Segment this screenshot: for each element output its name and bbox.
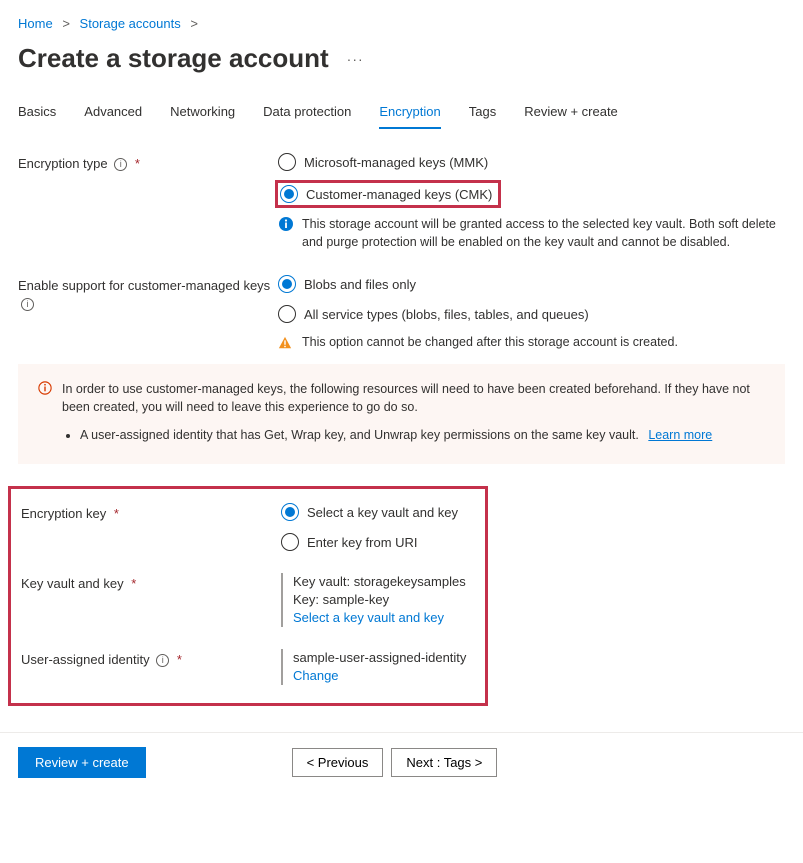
value-block: sample-user-assigned-identity Change bbox=[281, 649, 471, 685]
select-key-vault-link[interactable]: Select a key vault and key bbox=[293, 609, 471, 627]
row-enable-support: Enable support for customer-managed keys… bbox=[18, 275, 785, 350]
radio-label: Microsoft-managed keys (MMK) bbox=[304, 155, 488, 170]
radio-label: Enter key from URI bbox=[307, 535, 418, 550]
tab-basics[interactable]: Basics bbox=[18, 98, 56, 129]
breadcrumb-storage-accounts[interactable]: Storage accounts bbox=[80, 16, 181, 31]
learn-more-link[interactable]: Learn more bbox=[648, 428, 712, 442]
callout-text: In order to use customer-managed keys, t… bbox=[62, 380, 765, 416]
page-header: Create a storage account ··· bbox=[0, 37, 803, 92]
tab-tags[interactable]: Tags bbox=[469, 98, 496, 129]
tab-review-create[interactable]: Review + create bbox=[524, 98, 618, 129]
required-mark: * bbox=[177, 652, 182, 667]
next-button[interactable]: Next : Tags > bbox=[391, 748, 497, 777]
required-mark: * bbox=[135, 156, 140, 171]
radio-icon bbox=[280, 185, 298, 203]
controls-encryption-type: Microsoft-managed keys (MMK) Customer-ma… bbox=[278, 153, 785, 261]
info-icon[interactable]: i bbox=[21, 298, 34, 311]
chevron-right-icon: > bbox=[62, 16, 70, 31]
controls-enable-support: Blobs and files only All service types (… bbox=[278, 275, 785, 350]
radio-icon bbox=[278, 275, 296, 293]
info-icon[interactable]: i bbox=[114, 158, 127, 171]
warning-icon bbox=[278, 336, 292, 350]
breadcrumb-home[interactable]: Home bbox=[18, 16, 53, 31]
bullet-text: A user-assigned identity that has Get, W… bbox=[80, 428, 639, 442]
review-create-button[interactable]: Review + create bbox=[18, 747, 146, 778]
radio-label: All service types (blobs, files, tables,… bbox=[304, 307, 589, 322]
page-title: Create a storage account bbox=[18, 43, 329, 74]
change-identity-link[interactable]: Change bbox=[293, 667, 471, 685]
identity-value: sample-user-assigned-identity bbox=[293, 649, 471, 667]
label-text: Encryption type bbox=[18, 156, 108, 171]
radio-icon bbox=[278, 305, 296, 323]
highlight-cmk: Customer-managed keys (CMK) bbox=[275, 180, 501, 208]
tab-encryption[interactable]: Encryption bbox=[379, 98, 440, 129]
info-icon bbox=[278, 216, 294, 232]
warn-text: This option cannot be changed after this… bbox=[302, 335, 678, 350]
footer-bar: Review + create < Previous Next : Tags > bbox=[0, 732, 803, 792]
value-block: Key vault: storagekeysamples Key: sample… bbox=[281, 573, 471, 627]
row-key-vault-and-key: Key vault and key * Key vault: storageke… bbox=[21, 573, 471, 627]
controls-user-identity: sample-user-assigned-identity Change bbox=[281, 649, 471, 685]
controls-key-vault-and-key: Key vault: storagekeysamples Key: sample… bbox=[281, 573, 471, 627]
radio-blobs-files[interactable]: Blobs and files only bbox=[278, 275, 785, 293]
callout-bullet: A user-assigned identity that has Get, W… bbox=[80, 426, 765, 444]
radio-enter-uri[interactable]: Enter key from URI bbox=[281, 533, 471, 551]
chevron-right-icon: > bbox=[190, 16, 198, 31]
radio-label: Select a key vault and key bbox=[307, 505, 458, 520]
tab-advanced[interactable]: Advanced bbox=[84, 98, 142, 129]
label-text: User-assigned identity bbox=[21, 652, 150, 667]
key-value: Key: sample-key bbox=[293, 591, 471, 609]
breadcrumb: Home > Storage accounts > bbox=[0, 0, 803, 37]
warn-enable-support: This option cannot be changed after this… bbox=[278, 335, 785, 350]
form-area: Encryption type i * Microsoft-managed ke… bbox=[0, 153, 803, 706]
radio-icon bbox=[281, 503, 299, 521]
tabs: Basics Advanced Networking Data protecti… bbox=[0, 98, 803, 129]
row-encryption-key: Encryption key * Select a key vault and … bbox=[21, 503, 471, 551]
callout-prerequisites: In order to use customer-managed keys, t… bbox=[18, 364, 785, 464]
radio-label: Customer-managed keys (CMK) bbox=[306, 187, 492, 202]
more-button[interactable]: ··· bbox=[347, 51, 364, 67]
radio-icon bbox=[278, 153, 296, 171]
callout-body: In order to use customer-managed keys, t… bbox=[62, 380, 765, 444]
required-mark: * bbox=[114, 506, 119, 521]
radio-cmk-row[interactable]: Customer-managed keys (CMK) bbox=[278, 183, 785, 205]
key-vault-value: Key vault: storagekeysamples bbox=[293, 573, 471, 591]
label-enable-support: Enable support for customer-managed keys… bbox=[18, 275, 278, 313]
radio-mmk[interactable]: Microsoft-managed keys (MMK) bbox=[278, 153, 785, 171]
label-encryption-type: Encryption type i * bbox=[18, 153, 278, 173]
radio-icon bbox=[281, 533, 299, 551]
label-text: Key vault and key bbox=[21, 576, 124, 591]
label-encryption-key: Encryption key * bbox=[21, 503, 281, 523]
controls-encryption-key: Select a key vault and key Enter key fro… bbox=[281, 503, 471, 551]
tab-networking[interactable]: Networking bbox=[170, 98, 235, 129]
radio-select-key-vault[interactable]: Select a key vault and key bbox=[281, 503, 471, 521]
info-text: This storage account will be granted acc… bbox=[302, 215, 785, 251]
label-text: Encryption key bbox=[21, 506, 106, 521]
row-encryption-type: Encryption type i * Microsoft-managed ke… bbox=[18, 153, 785, 261]
required-mark: * bbox=[131, 576, 136, 591]
info-icon bbox=[38, 381, 52, 395]
label-key-vault-and-key: Key vault and key * bbox=[21, 573, 281, 593]
row-user-identity: User-assigned identity i * sample-user-a… bbox=[21, 649, 471, 685]
highlight-section-encryption: Encryption key * Select a key vault and … bbox=[8, 486, 488, 706]
info-cmk: This storage account will be granted acc… bbox=[278, 215, 785, 251]
info-icon[interactable]: i bbox=[156, 654, 169, 667]
label-text: Enable support for customer-managed keys bbox=[18, 278, 270, 293]
tab-data-protection[interactable]: Data protection bbox=[263, 98, 351, 129]
previous-button[interactable]: < Previous bbox=[292, 748, 384, 777]
radio-all-services[interactable]: All service types (blobs, files, tables,… bbox=[278, 305, 785, 323]
label-user-identity: User-assigned identity i * bbox=[21, 649, 281, 669]
radio-label: Blobs and files only bbox=[304, 277, 416, 292]
